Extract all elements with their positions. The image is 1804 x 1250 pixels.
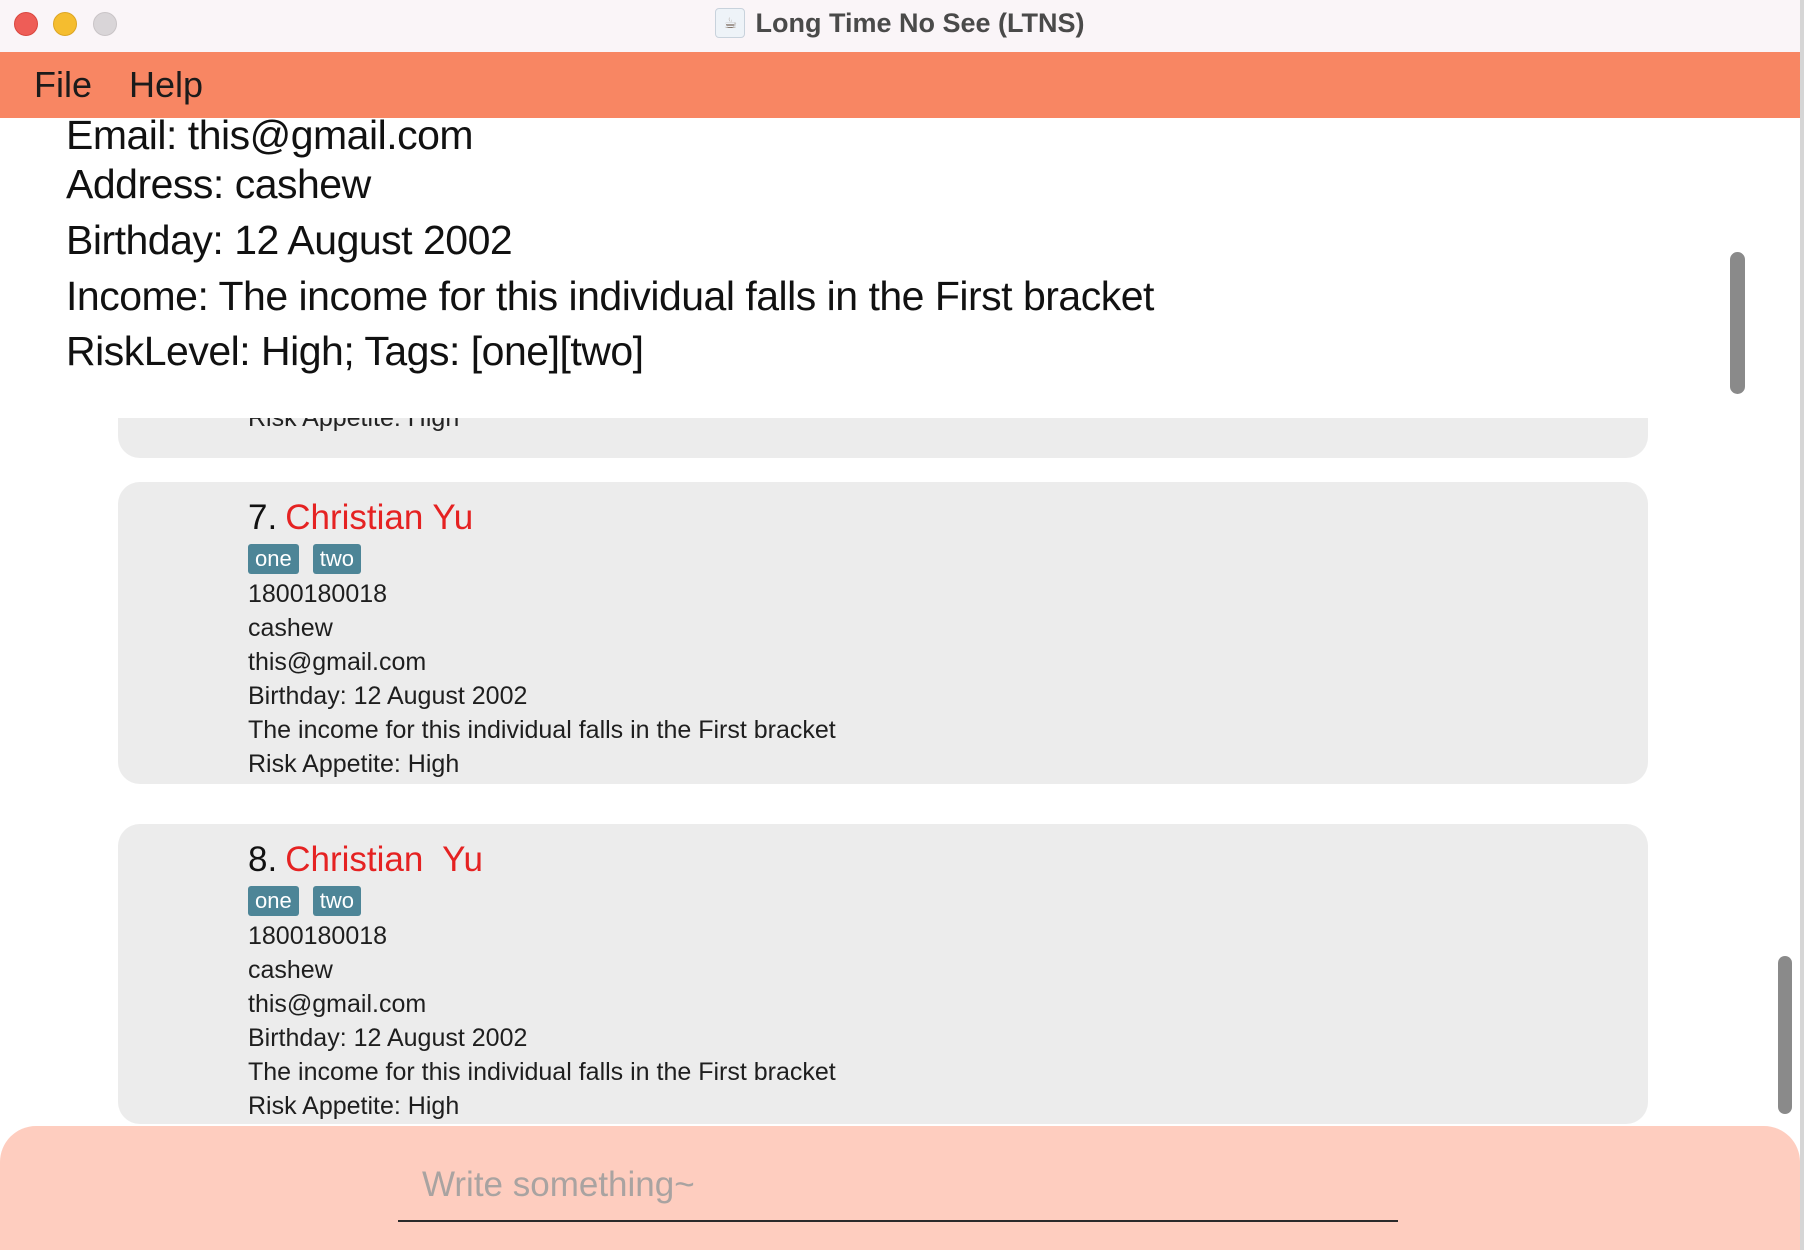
person-name: Christian Yu: [285, 840, 484, 879]
result-line-risk-tags: RiskLevel: High; Tags: [one][two]: [66, 328, 644, 374]
menu-bar: File Help: [0, 52, 1800, 118]
tag-badge: one: [248, 886, 299, 916]
person-email: this@gmail.com: [248, 990, 427, 1018]
person-name: Christian Yu: [285, 498, 474, 537]
person-card[interactable]: 7. Christian Yu one two 1800180018 cashew…: [118, 482, 1648, 784]
command-box: [0, 1126, 1800, 1250]
person-income: The income for this individual falls in …: [248, 1058, 836, 1086]
app-window: ☕ Long Time No See (LTNS) File Help Emai…: [0, 0, 1800, 1250]
person-risk: Risk Appetite: High: [248, 750, 460, 778]
person-birthday: Birthday: 12 August 2002: [248, 1024, 528, 1052]
person-email: this@gmail.com: [248, 648, 427, 676]
person-index: 7.: [248, 498, 278, 537]
person-risk: Risk Appetite: High: [248, 1092, 460, 1120]
tag-badge: two: [312, 544, 361, 574]
result-line-email: Email: this@gmail.com: [66, 118, 474, 158]
person-index: 8.: [248, 840, 278, 879]
result-line-income: Income: The income for this individual f…: [66, 273, 1154, 319]
command-input[interactable]: [398, 1150, 1398, 1222]
person-address: cashew: [248, 956, 333, 984]
window-title: Long Time No See (LTNS): [755, 7, 1085, 38]
tag-badge: two: [312, 886, 361, 916]
tag-list: one two: [248, 886, 836, 916]
person-card[interactable]: 8. Christian Yu one two 1800180018 cashew…: [118, 824, 1648, 1124]
tag-badge: one: [248, 544, 299, 574]
ltns-app-icon: ☕: [715, 8, 746, 38]
title-bar: ☕ Long Time No See (LTNS): [0, 0, 1800, 53]
window-edge: [1800, 0, 1804, 1250]
title-group: ☕ Long Time No See (LTNS): [0, 0, 1800, 46]
result-line-address: Address: cashew: [66, 161, 371, 207]
tag-list: one two: [248, 544, 836, 574]
menu-help[interactable]: Help: [129, 64, 203, 106]
person-list: Risk Appetite: High 7. Christian Yu one t…: [0, 418, 1800, 1128]
person-address: cashew: [248, 614, 333, 642]
result-display: Email: this@gmail.com Address: cashew Bi…: [0, 118, 1735, 418]
person-risk: Risk Appetite: High: [248, 418, 460, 432]
person-income: The income for this individual falls in …: [248, 716, 836, 744]
person-phone: 1800180018: [248, 580, 388, 608]
person-card-partial[interactable]: Risk Appetite: High: [118, 418, 1648, 458]
person-birthday: Birthday: 12 August 2002: [248, 682, 528, 710]
person-list-scrollbar[interactable]: [1778, 956, 1792, 1114]
result-display-scrollbar[interactable]: [1730, 252, 1745, 394]
menu-file[interactable]: File: [34, 64, 92, 106]
result-line-birthday: Birthday: 12 August 2002: [66, 217, 513, 263]
person-phone: 1800180018: [248, 922, 388, 950]
